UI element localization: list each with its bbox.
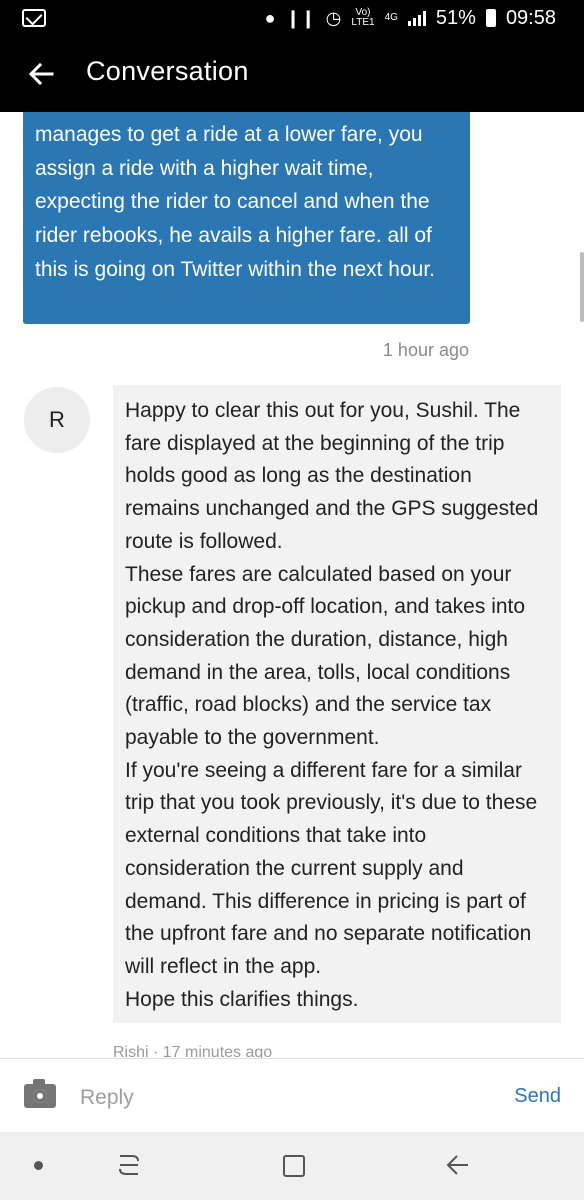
reply-input[interactable] (80, 1083, 480, 1113)
status-bar: ● ❙❙ ◷ Vo) LTE1 4G 51% 09:58 (0, 0, 584, 36)
home-icon[interactable] (283, 1155, 305, 1177)
dot-icon[interactable] (34, 1161, 43, 1170)
system-nav-bar (0, 1132, 584, 1200)
page-title: Conversation (86, 56, 249, 86)
back-arrow-icon[interactable] (22, 54, 62, 94)
clock: 09:58 (505, 6, 556, 29)
incoming-paragraph: Happy to clear this out for you, Sushil.… (125, 399, 539, 553)
recent-apps-icon[interactable] (118, 1152, 140, 1178)
battery-icon (485, 9, 496, 27)
reply-bar: Send (0, 1058, 584, 1132)
incoming-message-bubble: Happy to clear this out for you, Sushil.… (113, 385, 561, 1023)
back-icon[interactable] (444, 1151, 470, 1179)
incoming-paragraph: These fares are calculated based on your… (125, 562, 526, 750)
lte-label: LTE1 (351, 17, 375, 28)
scrollbar[interactable] (580, 252, 584, 322)
status-icons: ● ❙❙ ◷ Vo) LTE1 4G 51% 09:58 (265, 0, 556, 36)
app-bar: Conversation (0, 36, 584, 112)
outgoing-message-time: 1 hour ago (382, 340, 469, 360)
vibrate-icon: ❙❙ (285, 7, 316, 28)
incoming-message-meta: Rishi · 17 minutes ago (113, 1044, 273, 1058)
outgoing-message-text: manages to get a ride at a lower fare, y… (35, 123, 436, 281)
send-button[interactable]: Send (514, 1085, 561, 1108)
mail-icon (22, 9, 46, 27)
volte-indicator: Vo) LTE1 (351, 8, 374, 28)
location-icon: ● (264, 7, 276, 28)
signal-icon (407, 10, 426, 26)
battery-percent: 51% (435, 6, 476, 29)
avatar: R (24, 387, 90, 453)
incoming-paragraph: If you're seeing a different fare for a … (125, 758, 538, 978)
outgoing-message-bubble: manages to get a ride at a lower fare, y… (23, 112, 470, 324)
camera-icon[interactable] (24, 1079, 56, 1108)
conversation-thread[interactable]: manages to get a ride at a lower fare, y… (0, 112, 584, 1058)
network-type: 4G (384, 12, 398, 23)
incoming-paragraph: Hope this clarifies things. (125, 987, 359, 1011)
alarm-icon: ◷ (325, 7, 342, 28)
